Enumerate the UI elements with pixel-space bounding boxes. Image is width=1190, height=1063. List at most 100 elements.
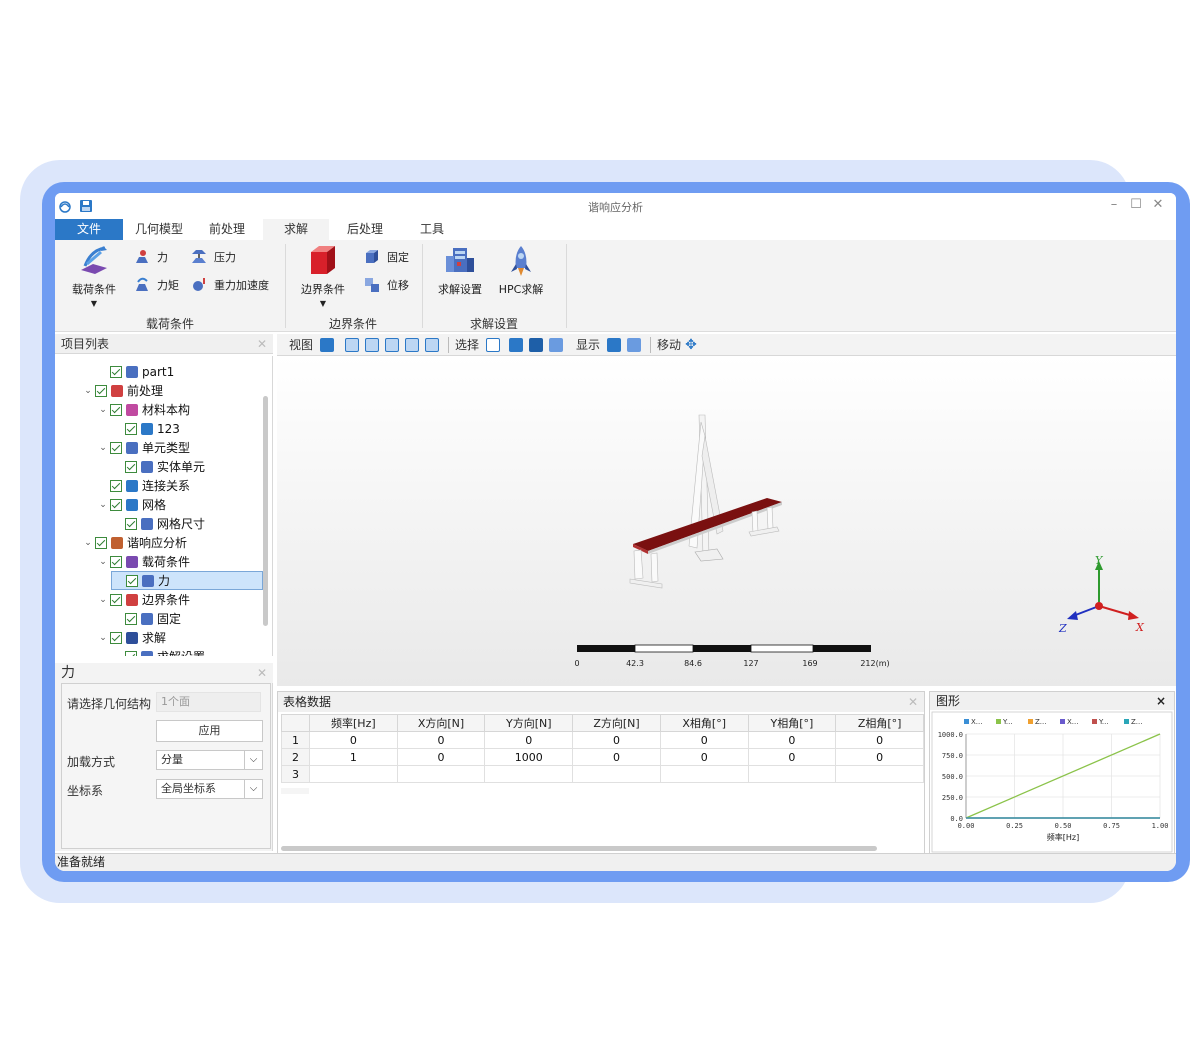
table-cell[interactable]: 0 [747, 731, 837, 749]
coord-system-select[interactable]: 全局坐标系 ⌵ [156, 779, 263, 799]
close-icon[interactable]: ✕ [257, 663, 267, 683]
chevron-down-icon[interactable]: ⌄ [96, 405, 110, 415]
moment-button[interactable]: 力矩 [133, 276, 179, 294]
load-conditions-button[interactable]: 载荷条件 ▼ [65, 244, 123, 308]
frequency-chart[interactable]: 0.0250.0500.0750.01000.00.00 0.25 0.50 0.75… [930, 710, 1174, 854]
tab-postprocess[interactable]: 后处理 [335, 219, 395, 240]
tree-item[interactable]: 力 [111, 571, 263, 590]
apply-button[interactable]: 应用 [156, 720, 263, 742]
tree-checkbox[interactable] [125, 460, 137, 473]
table-cell[interactable] [572, 765, 661, 783]
tab-file[interactable]: 文件 [55, 219, 123, 240]
solve-settings-button[interactable]: 求解设置 [431, 244, 489, 297]
select-point-icon[interactable] [486, 337, 501, 352]
tree-checkbox[interactable] [110, 365, 122, 378]
table-cell[interactable] [396, 765, 486, 783]
bridge-model[interactable]: 0 42.3 84.6 127 169 212(m) Y X Z [277, 356, 1176, 686]
tree-item[interactable]: part1 [96, 362, 174, 381]
table-cell[interactable]: 0 [659, 731, 749, 749]
tree-checkbox[interactable] [110, 555, 122, 568]
tree-checkbox[interactable] [126, 574, 138, 587]
table-cell[interactable] [659, 765, 749, 783]
tree-checkbox[interactable] [125, 422, 137, 435]
close-button[interactable]: ✕ [1148, 197, 1168, 212]
table-cell[interactable] [484, 765, 574, 783]
tree-item[interactable]: ⌄ 边界条件 [96, 590, 190, 609]
force-button[interactable]: 力 [133, 248, 168, 266]
table-cell[interactable]: 0 [396, 748, 486, 766]
table-cell[interactable]: 0 [396, 731, 486, 749]
row-header[interactable]: 1 [281, 731, 310, 749]
column-header[interactable]: Z相角[°] [835, 714, 924, 732]
column-header[interactable]: Y相角[°] [747, 714, 837, 732]
chevron-down-icon[interactable]: ⌄ [96, 595, 110, 605]
column-header[interactable]: 频率[Hz] [308, 714, 398, 732]
close-icon[interactable]: ✕ [257, 334, 267, 354]
view-back-icon[interactable] [345, 337, 360, 352]
hpc-solve-button[interactable]: HPC求解 [495, 244, 547, 297]
tree-checkbox[interactable] [125, 612, 137, 625]
table-cell[interactable]: 0 [572, 748, 661, 766]
select-face-icon[interactable] [509, 337, 524, 352]
tab-preprocess[interactable]: 前处理 [197, 219, 257, 240]
view-front-icon[interactable] [320, 337, 335, 352]
table-cell[interactable]: 0 [484, 731, 574, 749]
tree-item[interactable]: ⌄ 谐响应分析 [81, 533, 187, 552]
tree-item[interactable]: 求解设置 [111, 647, 205, 656]
tree-checkbox[interactable] [110, 631, 122, 644]
tree-item[interactable]: 网格尺寸 [111, 514, 205, 533]
chevron-down-icon[interactable]: ⌄ [81, 386, 95, 396]
tree-item[interactable]: ⌄ 单元类型 [96, 438, 190, 457]
pressure-button[interactable]: 压力 [190, 248, 236, 266]
load-method-select[interactable]: 分量 ⌵ [156, 750, 263, 770]
tree-item[interactable]: 实体单元 [111, 457, 205, 476]
tree-checkbox[interactable] [110, 403, 122, 416]
column-header[interactable]: Z方向[N] [572, 714, 661, 732]
displacement-button[interactable]: 位移 [363, 276, 409, 294]
tree-checkbox[interactable] [95, 384, 107, 397]
chevron-down-icon[interactable]: ⌄ [96, 557, 110, 567]
row-header[interactable]: 2 [281, 748, 310, 766]
table-cell[interactable]: 0 [747, 748, 837, 766]
tree-checkbox[interactable] [110, 498, 122, 511]
table-hscrollbar[interactable] [281, 846, 877, 851]
select-body-icon[interactable] [529, 337, 544, 352]
minimize-button[interactable]: – [1104, 197, 1124, 212]
tree-item[interactable]: 固定 [111, 609, 181, 628]
tree-item[interactable]: 123 [111, 419, 180, 438]
display-solid-icon[interactable] [607, 337, 622, 352]
table-cell[interactable]: 1000 [484, 748, 574, 766]
chevron-down-icon[interactable]: ⌄ [96, 633, 110, 643]
3d-viewport[interactable]: 0 42.3 84.6 127 169 212(m) Y X Z [277, 356, 1176, 686]
tree-scrollbar[interactable] [263, 396, 268, 626]
tree-checkbox[interactable] [110, 593, 122, 606]
chevron-down-icon[interactable]: ⌄ [81, 538, 95, 548]
tab-solve[interactable]: 求解 [263, 219, 329, 240]
table-cell[interactable]: 0 [835, 748, 924, 766]
move-arrows-icon[interactable]: ✥ [685, 337, 697, 353]
column-header[interactable]: X方向[N] [396, 714, 486, 732]
row-header[interactable]: 3 [281, 765, 310, 783]
tree-item[interactable]: ⌄ 材料本构 [96, 400, 190, 419]
tree-item[interactable]: ⌄ 载荷条件 [96, 552, 190, 571]
table-cell[interactable] [308, 765, 398, 783]
close-icon[interactable]: × [1156, 692, 1166, 710]
tree-item[interactable]: ⌄ 求解 [96, 628, 166, 647]
table-cell[interactable]: 0 [835, 731, 924, 749]
table-cell[interactable] [835, 765, 924, 783]
tree-checkbox[interactable] [110, 441, 122, 454]
table-cell[interactable]: 1 [308, 748, 398, 766]
close-icon[interactable]: ✕ [908, 692, 918, 712]
maximize-button[interactable]: ☐ [1126, 197, 1146, 212]
table-cell[interactable] [747, 765, 837, 783]
tree-checkbox[interactable] [95, 536, 107, 549]
select-mesh-icon[interactable] [549, 337, 564, 352]
geometry-field[interactable]: 1个面 [156, 692, 261, 712]
tree-checkbox[interactable] [125, 517, 137, 530]
table-cell[interactable]: 0 [308, 731, 398, 749]
view-left-icon[interactable] [365, 337, 380, 352]
tree-item[interactable]: 连接关系 [96, 476, 190, 495]
chevron-down-icon[interactable]: ⌄ [96, 500, 110, 510]
column-header[interactable]: Y方向[N] [484, 714, 574, 732]
view-right-icon[interactable] [385, 337, 400, 352]
